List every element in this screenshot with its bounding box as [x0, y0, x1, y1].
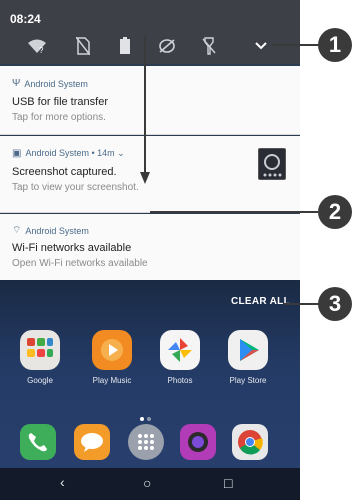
- recents-button[interactable]: □: [224, 475, 232, 491]
- svg-text:?: ?: [39, 46, 44, 54]
- navigation-bar: ‹ ○ □: [0, 468, 300, 500]
- notification-app-name: Android System: [25, 225, 89, 236]
- notification-app-row: ⌔ Android System: [12, 224, 89, 237]
- callout-line-1: [272, 44, 320, 46]
- notification-app-name: Android System • 14m ⌄: [25, 148, 125, 158]
- google-folder-icon[interactable]: [20, 330, 60, 370]
- notification-subtitle: Tap to view your screenshot.: [12, 182, 139, 193]
- callout-1: 1: [318, 28, 352, 62]
- battery-icon[interactable]: [114, 36, 136, 56]
- app-label-play-music: Play Music: [92, 376, 132, 385]
- phone-app-icon[interactable]: [20, 424, 56, 460]
- notification-title: Screenshot captured.: [12, 166, 117, 178]
- location-off-icon[interactable]: [156, 36, 178, 56]
- notification-subtitle: Tap for more options.: [12, 112, 106, 123]
- home-screen: CLEAR ALL Google Play Music Photos Play …: [0, 280, 300, 500]
- notification-app-row: ▣ Android System • 14m ⌄: [12, 148, 125, 159]
- camera-app-icon[interactable]: [180, 424, 216, 460]
- callout-3: 3: [318, 287, 352, 321]
- swipe-down-arrow: [140, 36, 150, 184]
- notification-app-name: Android System: [24, 78, 88, 89]
- wifi-unknown-icon[interactable]: ?: [26, 36, 48, 56]
- expand-chevron-icon[interactable]: [250, 36, 272, 56]
- notification-subtitle: Open Wi-Fi networks available: [12, 258, 148, 269]
- no-sim-icon[interactable]: [72, 36, 94, 56]
- app-label-google: Google: [27, 376, 53, 385]
- status-time: 08:24: [10, 12, 41, 26]
- app-label-play-store: Play Store: [229, 376, 267, 385]
- play-store-icon[interactable]: [228, 330, 268, 370]
- phone-screen: 08:24 ? Ψ Android System USB for file tr…: [0, 0, 300, 500]
- clear-all-button[interactable]: CLEAR ALL: [231, 296, 290, 307]
- callout-line-2: [150, 211, 318, 213]
- notification-app-row: Ψ Android System: [12, 78, 88, 89]
- home-button[interactable]: ○: [143, 475, 151, 491]
- image-icon: ▣: [12, 148, 22, 159]
- notification-title: USB for file transfer: [12, 96, 108, 108]
- wifi-icon: ⌔: [12, 225, 22, 236]
- back-button[interactable]: ‹: [60, 474, 65, 490]
- app-label-photos: Photos: [167, 376, 193, 385]
- notification-title: Wi-Fi networks available: [12, 242, 132, 254]
- callout-2: 2: [318, 195, 352, 229]
- usb-icon: Ψ: [12, 78, 21, 89]
- notification-wifi[interactable]: ⌔ Android System Wi-Fi networks availabl…: [0, 214, 300, 280]
- screenshot-thumbnail[interactable]: [258, 148, 286, 180]
- callout-line-3: [284, 303, 320, 305]
- chrome-app-icon[interactable]: [232, 424, 268, 460]
- play-music-icon[interactable]: [92, 330, 132, 370]
- flashlight-off-icon[interactable]: [198, 36, 220, 56]
- app-drawer-icon[interactable]: [128, 424, 164, 460]
- messages-app-icon[interactable]: [74, 424, 110, 460]
- photos-icon[interactable]: [160, 330, 200, 370]
